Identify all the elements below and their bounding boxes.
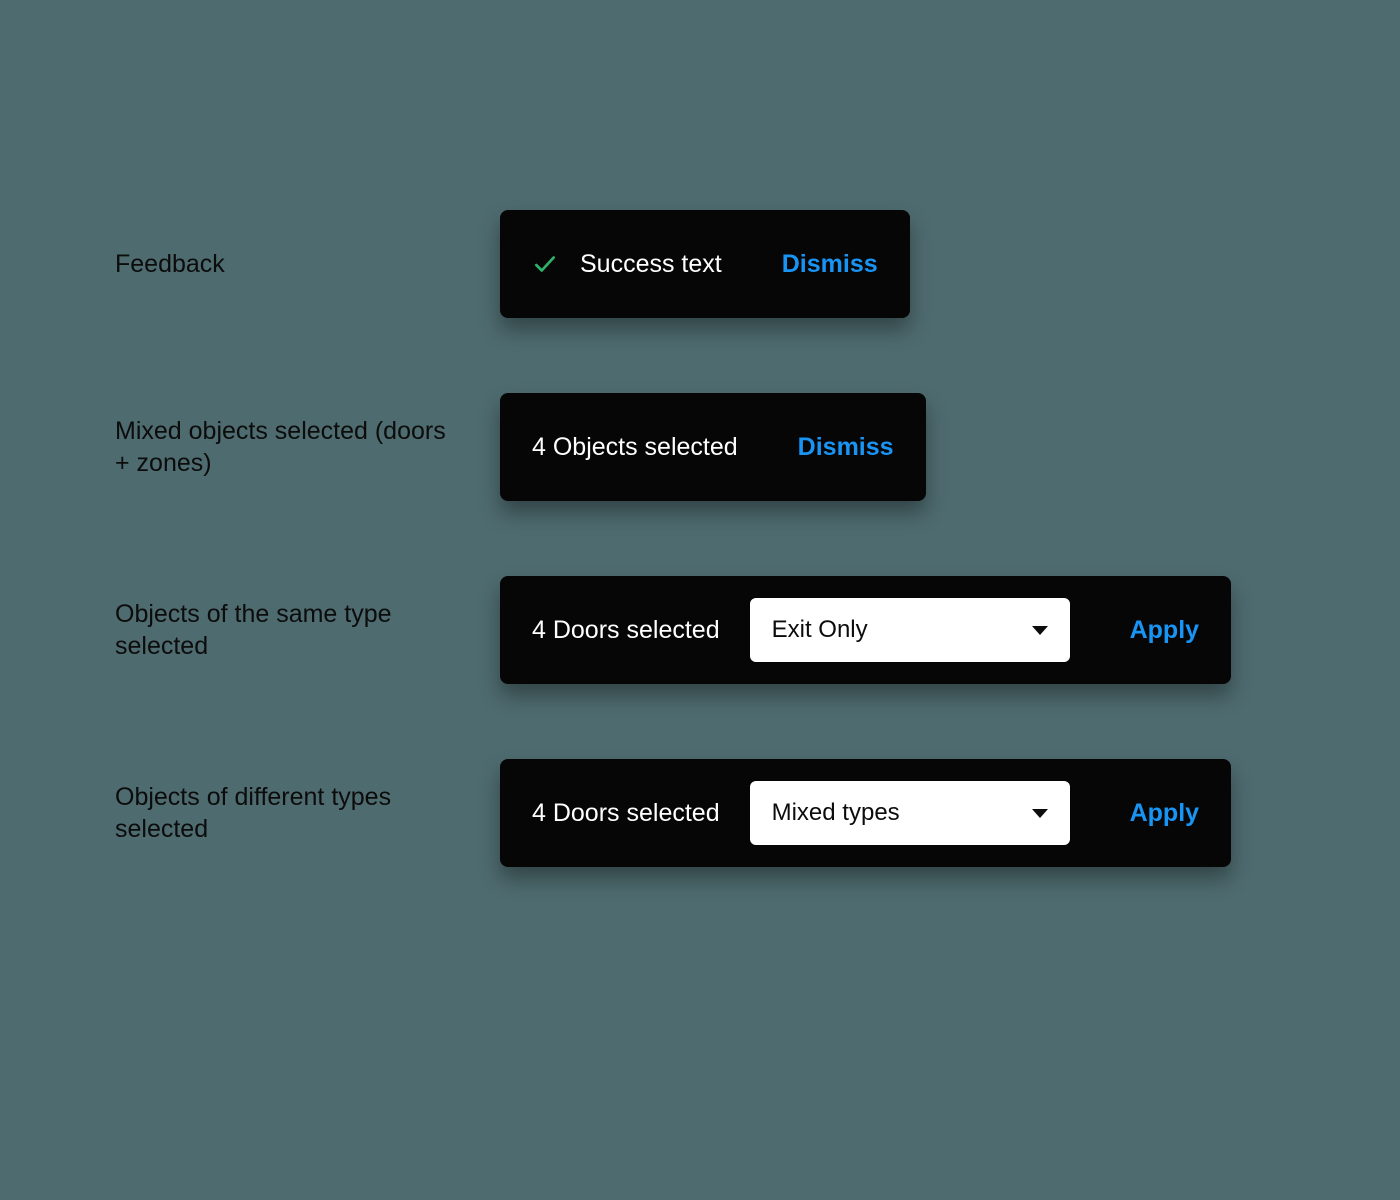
select-value: Exit Only: [772, 616, 868, 644]
type-select[interactable]: Mixed types: [750, 781, 1070, 845]
toast-message: Success text: [580, 250, 722, 279]
toast-same-type: 4 Doors selected Exit Only Apply: [500, 576, 1231, 684]
apply-button[interactable]: Apply: [1130, 799, 1199, 828]
example-row-feedback: Feedback Success text Dismiss: [0, 210, 1400, 318]
toast-message: 4 Doors selected: [532, 799, 720, 828]
apply-button[interactable]: Apply: [1130, 616, 1199, 645]
chevron-down-icon: [1032, 626, 1048, 635]
example-row-diff-type: Objects of different types selected 4 Do…: [0, 759, 1400, 867]
toast-feedback: Success text Dismiss: [500, 210, 910, 318]
chevron-down-icon: [1032, 809, 1048, 818]
toast-diff-type: 4 Doors selected Mixed types Apply: [500, 759, 1231, 867]
row-label: Feedback: [0, 248, 500, 281]
row-label: Objects of the same type selected: [0, 598, 500, 663]
row-label: Objects of different types selected: [0, 781, 500, 846]
example-row-same-type: Objects of the same type selected 4 Door…: [0, 576, 1400, 684]
row-label: Mixed objects selected (doors + zones): [0, 415, 500, 480]
select-value: Mixed types: [772, 799, 900, 827]
example-row-mixed: Mixed objects selected (doors + zones) 4…: [0, 393, 1400, 501]
type-select[interactable]: Exit Only: [750, 598, 1070, 662]
toast-mixed: 4 Objects selected Dismiss: [500, 393, 926, 501]
dismiss-button[interactable]: Dismiss: [798, 433, 894, 462]
dismiss-button[interactable]: Dismiss: [782, 250, 878, 279]
toast-message: 4 Doors selected: [532, 616, 720, 645]
check-icon: [532, 251, 558, 277]
toast-message: 4 Objects selected: [532, 433, 738, 462]
